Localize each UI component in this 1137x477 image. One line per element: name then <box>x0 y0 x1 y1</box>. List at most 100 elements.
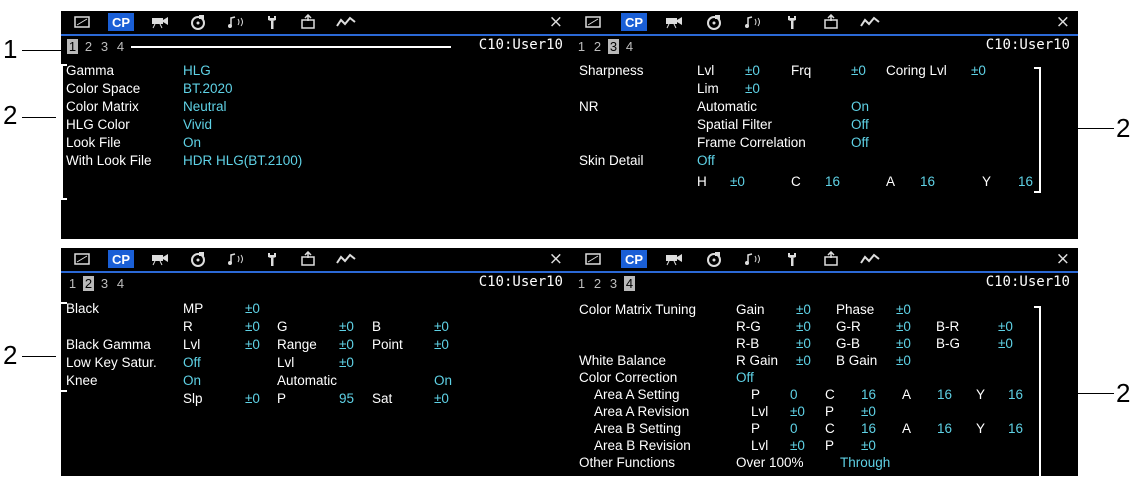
video-camera-icon[interactable] <box>147 13 173 31</box>
value-wb-b-gain[interactable]: ±0 <box>896 353 911 369</box>
value-skin-detail[interactable]: Off <box>697 153 715 169</box>
value-look-file[interactable]: On <box>183 135 201 151</box>
tab-cp[interactable]: CP <box>108 250 134 268</box>
wrench-icon[interactable] <box>779 13 805 31</box>
waveform-icon[interactable] <box>333 250 359 268</box>
assign-icon[interactable] <box>818 250 844 268</box>
media-disc-icon[interactable] <box>701 13 727 31</box>
value-gamma[interactable]: HLG <box>183 63 211 79</box>
camera-frame-icon[interactable] <box>69 250 95 268</box>
value-knee-automatic[interactable]: On <box>434 373 452 389</box>
value-cmt-gain[interactable]: ±0 <box>796 302 811 318</box>
value-area-a-a[interactable]: 16 <box>937 387 952 403</box>
page-4[interactable]: 4 <box>624 276 635 291</box>
camera-frame-icon[interactable] <box>69 13 95 31</box>
wrench-icon[interactable] <box>779 250 805 268</box>
value-black-gamma-range[interactable]: ±0 <box>339 337 354 353</box>
page-2[interactable]: 2 <box>83 39 94 54</box>
value-with-look-file[interactable]: HDR HLG(BT.2100) <box>183 153 302 169</box>
value-cmt-phase[interactable]: ±0 <box>896 302 911 318</box>
audio-icon[interactable] <box>223 13 249 31</box>
page-1[interactable]: 1 <box>67 276 78 291</box>
page-4[interactable]: 4 <box>115 276 126 291</box>
value-area-b-a[interactable]: 16 <box>937 421 952 437</box>
media-disc-icon[interactable] <box>701 250 727 268</box>
video-camera-icon[interactable] <box>147 250 173 268</box>
value-area-a-y[interactable]: 16 <box>1008 387 1023 403</box>
assign-icon[interactable] <box>295 250 321 268</box>
tab-cp[interactable]: CP <box>621 250 647 268</box>
value-cmt-rb[interactable]: ±0 <box>796 336 811 352</box>
page-3[interactable]: 3 <box>608 39 619 54</box>
value-color-correction[interactable]: Off <box>736 370 754 386</box>
value-cmt-rg[interactable]: ±0 <box>796 319 811 335</box>
value-black-g[interactable]: ±0 <box>339 319 354 335</box>
page-2[interactable]: 2 <box>592 39 603 54</box>
value-black-b[interactable]: ±0 <box>434 319 449 335</box>
media-disc-icon[interactable] <box>185 250 211 268</box>
value-skin-y[interactable]: 16 <box>1018 174 1033 190</box>
value-cmt-br[interactable]: ±0 <box>998 319 1013 335</box>
value-area-a-rev-lvl[interactable]: ±0 <box>790 404 805 420</box>
value-skin-c[interactable]: 16 <box>825 174 840 190</box>
close-icon[interactable]: × <box>549 12 563 32</box>
value-low-key-satur[interactable]: Off <box>183 355 201 371</box>
tab-cp[interactable]: CP <box>108 13 134 31</box>
value-black-gamma-lvl[interactable]: ±0 <box>245 337 260 353</box>
value-black-gamma-point[interactable]: ±0 <box>434 337 449 353</box>
value-sharpness-frq[interactable]: ±0 <box>851 63 866 79</box>
value-cmt-gb[interactable]: ±0 <box>896 336 911 352</box>
value-area-a-rev-p[interactable]: ±0 <box>861 404 876 420</box>
value-color-space[interactable]: BT.2020 <box>183 81 233 97</box>
media-disc-icon[interactable] <box>185 13 211 31</box>
value-black-mp[interactable]: ±0 <box>245 301 260 317</box>
value-over-100[interactable]: Through <box>840 455 890 471</box>
video-camera-icon[interactable] <box>661 13 687 31</box>
audio-icon[interactable] <box>223 250 249 268</box>
page-2[interactable]: 2 <box>83 276 94 291</box>
value-area-a-p[interactable]: 0 <box>790 387 798 403</box>
value-area-b-rev-lvl[interactable]: ±0 <box>790 438 805 454</box>
close-icon[interactable]: × <box>1056 249 1070 269</box>
value-area-b-c[interactable]: 16 <box>861 421 876 437</box>
value-black-r[interactable]: ±0 <box>245 319 260 335</box>
tab-cp[interactable]: CP <box>621 13 647 31</box>
value-knee-sat[interactable]: ±0 <box>434 391 449 407</box>
wrench-icon[interactable] <box>259 250 285 268</box>
page-3[interactable]: 3 <box>99 276 110 291</box>
value-spatial-filter[interactable]: Off <box>851 117 869 133</box>
assign-icon[interactable] <box>295 13 321 31</box>
value-wb-r-gain[interactable]: ±0 <box>796 353 811 369</box>
close-icon[interactable]: × <box>549 249 563 269</box>
value-hlg-color[interactable]: Vivid <box>183 117 212 133</box>
camera-frame-icon[interactable] <box>580 250 606 268</box>
value-knee[interactable]: On <box>183 373 201 389</box>
value-sharpness-lvl[interactable]: ±0 <box>745 63 760 79</box>
value-area-b-p[interactable]: 0 <box>790 421 798 437</box>
value-low-key-lvl[interactable]: ±0 <box>339 355 354 371</box>
value-color-matrix[interactable]: Neutral <box>183 99 227 115</box>
waveform-icon[interactable] <box>857 13 883 31</box>
value-area-b-y[interactable]: 16 <box>1008 421 1023 437</box>
assign-icon[interactable] <box>818 13 844 31</box>
value-area-b-rev-p[interactable]: ±0 <box>861 438 876 454</box>
value-cmt-bg[interactable]: ±0 <box>998 336 1013 352</box>
value-frame-correlation[interactable]: Off <box>851 135 869 151</box>
value-skin-a[interactable]: 16 <box>920 174 935 190</box>
value-knee-slp[interactable]: ±0 <box>245 391 260 407</box>
close-icon[interactable]: × <box>1056 12 1070 32</box>
camera-frame-icon[interactable] <box>580 13 606 31</box>
value-cmt-gr[interactable]: ±0 <box>896 319 911 335</box>
page-2[interactable]: 2 <box>592 276 603 291</box>
page-3[interactable]: 3 <box>99 39 110 54</box>
audio-icon[interactable] <box>740 250 766 268</box>
page-1[interactable]: 1 <box>576 276 587 291</box>
video-camera-icon[interactable] <box>661 250 687 268</box>
value-area-a-c[interactable]: 16 <box>861 387 876 403</box>
value-skin-h[interactable]: ±0 <box>730 174 745 190</box>
value-sharpness-lim[interactable]: ±0 <box>745 81 760 97</box>
page-3[interactable]: 3 <box>608 276 619 291</box>
waveform-icon[interactable] <box>333 13 359 31</box>
audio-icon[interactable] <box>740 13 766 31</box>
value-nr-automatic[interactable]: On <box>851 99 869 115</box>
